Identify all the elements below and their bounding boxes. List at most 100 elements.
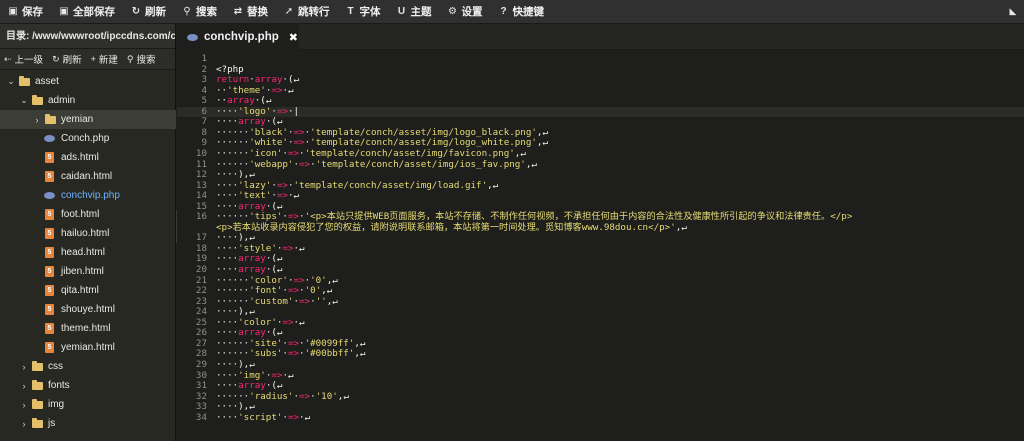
token-ws: ···· [216,264,239,275]
search-button[interactable]: ⚲ 搜索 [127,52,156,67]
code-line[interactable]: 3 return·array·(↵ [177,74,1024,86]
code-line[interactable]: 30 ····'img'·=>·↵ [177,370,1024,382]
token-str: 'subs' [249,348,283,360]
search-icon: ⚲ [183,6,191,17]
code-line[interactable]: 34 ····'script'·=>·↵ [177,412,1024,424]
html-file-icon [45,342,54,353]
tree-item-label: css [48,361,63,372]
token-op: => [287,147,300,159]
token-op: => [276,179,288,191]
gear-button[interactable]: ⚙ 设置 [440,0,491,24]
tree-item-shouye-html[interactable]: shouye.html [0,300,176,319]
refresh-button[interactable]: ↻ 刷新 [123,0,174,24]
code-line[interactable]: 5 ··array·(↵ [177,95,1024,107]
gear-icon: ⚙ [448,6,457,17]
tab-conchvip-php[interactable]: conchvip.php ✖ [177,24,299,50]
tree-item-yemian[interactable]: › yemian [0,110,176,129]
tree-item-qita-html[interactable]: qita.html [0,281,176,300]
token-op: => [293,137,305,149]
tree-item-caidan-html[interactable]: caidan.html [0,167,176,186]
save-all-button[interactable]: ▣ 全部保存 [51,0,123,24]
tree-item-fonts[interactable]: › fonts [0,376,176,395]
chevron-down-icon[interactable]: ⌄ [19,95,29,106]
tree-item-yemian-html[interactable]: yemian.html [0,338,176,357]
goto-line-button[interactable]: ➚ 跳转行 [276,0,338,24]
toolbar-button-label: 快捷键 [512,6,545,18]
code-line[interactable]: 18 ····'style'·=>·↵ [177,243,1024,255]
code-line[interactable]: 28 ······'subs'·=>·'#00bbff',↵ [177,349,1024,360]
tree-item-label: ads.html [61,152,99,163]
tree-item-label: js [48,418,56,429]
tree-item-asset[interactable]: ⌄ asset [0,72,176,91]
token-str: 'color' [238,316,277,328]
line-number: 10 [195,147,207,159]
save-button[interactable]: ▣ 保存 [0,0,51,24]
collapse-icon[interactable]: ◣ [1002,0,1024,24]
tree-item-conchvip-php[interactable]: conchvip.php [0,186,176,205]
token-ws: ↵ [249,306,255,318]
token-ws: ···· [216,232,239,244]
code-line[interactable]: 1 [177,53,1024,65]
code-line[interactable]: 13 ····'lazy'·=>·'template/conch/asset/im… [177,179,1024,192]
token-ws: ···· [216,190,239,202]
file-sidebar: 目录: /www/wwwroot/ipccdns.com/co... ⇠ 上一级 ↻… [0,24,176,441]
code-line[interactable]: 6 ····'logo'·=>·| [177,106,1024,118]
code-editor[interactable]: 1 2 <?php 3 return·array·(↵ 4 ··'theme'·=>·↵ 5 ·… [177,50,1024,441]
code-line[interactable]: 25 ····'color'·=>·↵ [177,316,1024,329]
token-op: => [287,337,300,349]
chevron-right-icon[interactable]: › [19,419,29,429]
token-kw: array [254,74,283,86]
token-op: => [271,84,283,96]
theme-button[interactable]: U 主题 [389,0,440,24]
new-file-button[interactable]: + 新建 [91,52,118,66]
tree-item-jiben-html[interactable]: jiben.html [0,262,176,281]
code-line[interactable]: 19 ····array·(↵ [177,254,1024,265]
tree-item-label: yemian.html [61,342,115,353]
token-ws: ······ [216,390,250,402]
help-button[interactable]: ? 快捷键 [491,0,553,24]
tree-item-ads-html[interactable]: ads.html [0,148,176,167]
code-line[interactable]: 14 ····'text'·=>·↵ [177,190,1024,202]
token-ws: ↵ [359,348,366,360]
folder-icon [32,398,43,409]
tree-item-head-html[interactable]: head.html [0,243,176,262]
tree-item-js[interactable]: › js [0,414,176,433]
tree-item-label: img [48,399,65,410]
tree-item-foot-html[interactable]: foot.html [0,205,176,224]
token-ws: ↵ [520,147,526,159]
tree-item-admin[interactable]: ⌄ admin [0,91,176,110]
code-line[interactable]: 32 ······'radius'·=>·'10',↵ [177,390,1024,403]
html-file-icon [45,152,54,163]
chevron-right-icon[interactable]: › [19,381,29,391]
tree-item-Conch-php[interactable]: Conch.php [0,129,176,148]
chevron-right-icon[interactable]: › [32,115,42,125]
code-line[interactable]: 23 ······'custom'·=>·'',↵ [177,296,1024,308]
close-icon[interactable]: ✖ [289,31,298,44]
chevron-down-icon[interactable]: ⌄ [6,76,16,87]
tree-item-label: qita.html [61,285,99,296]
refresh-button[interactable]: ↻ 刷新 [52,52,82,67]
code-line[interactable]: 4 ··'theme'·=>·↵ [177,84,1024,97]
token-p: ), [238,401,250,413]
code-line[interactable]: 29 ····),↵ [177,359,1024,371]
search-button[interactable]: ⚲ 搜索 [174,0,225,24]
token-ws: ···· [216,179,239,191]
code-line[interactable]: 11 ······'webapp'·=>·'template/conch/asse… [177,158,1024,171]
chevron-right-icon[interactable]: › [19,362,29,372]
code-line[interactable]: <p>若本站收录内容侵犯了您的权益，请附说明联系邮箱，本站将第一时间处理。觅知博… [177,221,1024,234]
token-str: 'text' [238,190,272,202]
toolbar-button-label: 跳转行 [298,6,330,18]
tree-item-img[interactable]: › img [0,395,176,414]
up-level-button[interactable]: ⇠ 上一级 [4,52,43,67]
chevron-right-icon[interactable]: › [19,400,29,410]
tree-item-theme-html[interactable]: theme.html [0,319,176,338]
token-str: 'webapp' [249,158,294,170]
replace-button[interactable]: ⇄ 替换 [225,0,276,24]
font-button[interactable]: T 字体 [338,0,389,24]
tree-item-hailuo-html[interactable]: hailuo.html [0,224,176,243]
html-file-icon [45,209,54,220]
code-line[interactable]: 2 <?php [177,64,1024,76]
token-str: <p>若本站收录内容侵犯了您的权益，请附说明联系邮箱，本站将第一时间处理。觅知博… [216,221,676,233]
token-ws: ↵ [276,253,283,265]
tree-item-css[interactable]: › css [0,357,176,376]
